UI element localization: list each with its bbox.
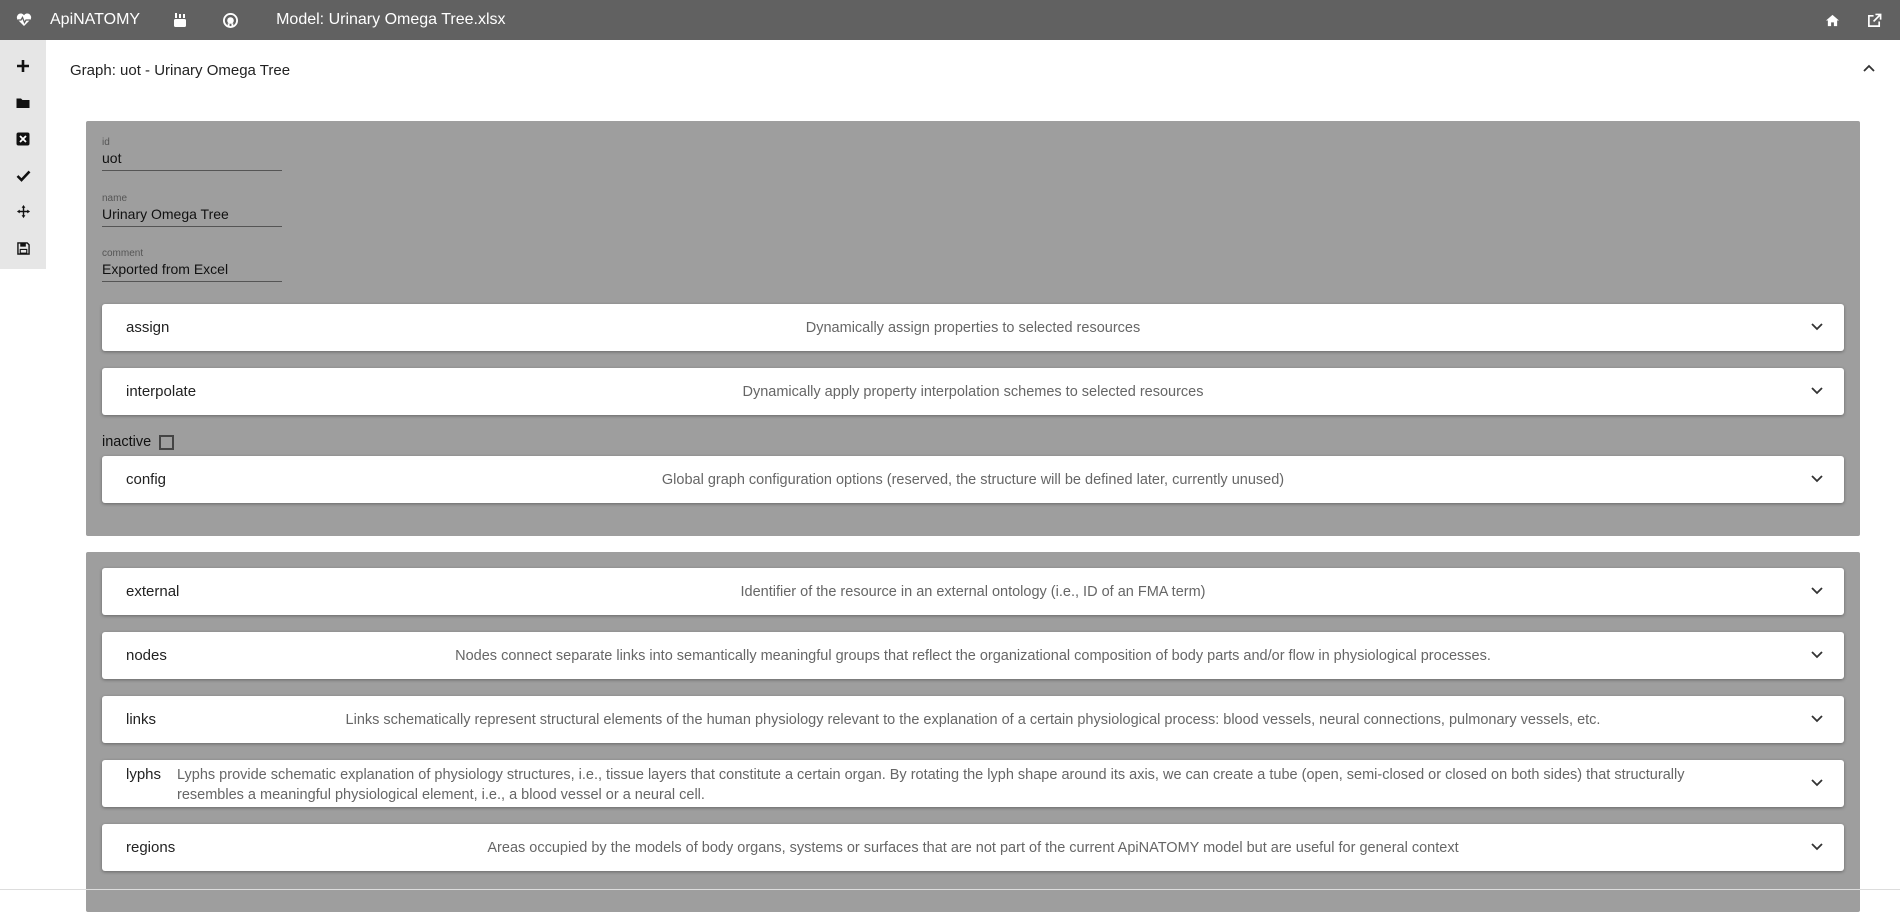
section-description: Identifier of the resource in an externa… [740, 583, 1206, 600]
name-field-value[interactable]: Urinary Omega Tree [102, 206, 282, 227]
top-bar: ApiNATOMY Model: Urinary Omega Tree.xlsx [0, 0, 1900, 40]
section-description: Global graph configuration options (rese… [661, 471, 1285, 488]
chevron-down-icon[interactable] [1810, 711, 1824, 729]
section-description: Lyphs provide schematic explanation of p… [177, 767, 1685, 803]
center-button[interactable] [0, 196, 46, 233]
brand[interactable]: ApiNATOMY [14, 10, 140, 30]
section-name: assign [126, 319, 170, 336]
section-nodes[interactable]: nodes Nodes connect separate links into … [102, 632, 1844, 679]
heart-pulse-icon [14, 10, 34, 30]
open-model-button[interactable] [0, 87, 46, 124]
apply-changes-button[interactable] [0, 160, 46, 197]
comment-field-label: comment [102, 248, 144, 259]
section-external[interactable]: external Identifier of the resource in a… [102, 568, 1844, 615]
chevron-down-icon[interactable] [1810, 839, 1824, 857]
external-link-icon[interactable] [1864, 10, 1884, 30]
section-interpolate[interactable]: interpolate Dynamically apply property i… [102, 368, 1844, 415]
inactive-checkbox[interactable] [159, 434, 175, 450]
section-name: regions [126, 839, 176, 856]
section-name: lyphs [126, 766, 162, 783]
section-name: interpolate [126, 383, 197, 400]
github-icon[interactable] [220, 10, 240, 30]
close-model-button[interactable] [0, 123, 46, 160]
name-field[interactable]: name Urinary Omega Tree [102, 193, 282, 227]
inactive-toggle[interactable]: inactive [102, 434, 175, 450]
chevron-up-icon[interactable] [1862, 60, 1876, 78]
section-description: Nodes connect separate links into semant… [455, 647, 1491, 664]
save-button[interactable] [0, 233, 46, 270]
section-description: Dynamically apply property interpolation… [742, 383, 1204, 400]
chevron-down-icon[interactable] [1810, 319, 1824, 337]
chevron-down-icon[interactable] [1810, 583, 1824, 601]
move-icon [16, 204, 31, 224]
comment-field[interactable]: comment Exported from Excel [102, 248, 282, 282]
section-config[interactable]: config Global graph configuration option… [102, 456, 1844, 503]
chevron-down-icon[interactable] [1810, 647, 1824, 665]
section-name: links [126, 711, 157, 728]
section-description: Links schematically represent structural… [345, 711, 1601, 728]
section-links[interactable]: links Links schematically represent stru… [102, 696, 1844, 743]
section-name: external [126, 583, 180, 600]
check-icon [16, 169, 31, 187]
id-field-label: id [102, 137, 110, 148]
brand-name: ApiNATOMY [50, 11, 141, 28]
folder-icon [16, 96, 30, 114]
save-icon [16, 241, 30, 260]
inactive-label: inactive [102, 434, 152, 450]
chevron-down-icon[interactable] [1810, 471, 1824, 489]
chevron-down-icon[interactable] [1810, 775, 1824, 793]
plus-icon [16, 59, 30, 78]
close-box-icon [16, 132, 30, 151]
graph-header[interactable]: Graph: uot - Urinary Omega Tree [70, 62, 290, 79]
name-field-label: name [102, 193, 128, 204]
comment-field-value[interactable]: Exported from Excel [102, 261, 282, 282]
left-toolbar [0, 40, 46, 269]
youtube-icon[interactable] [170, 10, 190, 30]
chevron-down-icon[interactable] [1810, 383, 1824, 401]
create-model-button[interactable] [0, 50, 46, 87]
section-regions[interactable]: regions Areas occupied by the models of … [102, 824, 1844, 871]
model-title: Model: Urinary Omega Tree.xlsx [276, 11, 506, 28]
home-icon[interactable] [1822, 10, 1842, 30]
section-lyphs[interactable]: lyphs Lyphs provide schematic explanatio… [102, 760, 1844, 807]
divider [0, 889, 1900, 890]
id-field[interactable]: id uot [102, 137, 282, 171]
section-assign[interactable]: assign Dynamically assign properties to … [102, 304, 1844, 351]
section-name: nodes [126, 647, 167, 664]
section-name: config [126, 471, 167, 488]
section-description: Areas occupied by the models of body org… [487, 839, 1459, 856]
section-description: Dynamically assign properties to selecte… [805, 319, 1141, 336]
id-field-value[interactable]: uot [102, 150, 282, 171]
